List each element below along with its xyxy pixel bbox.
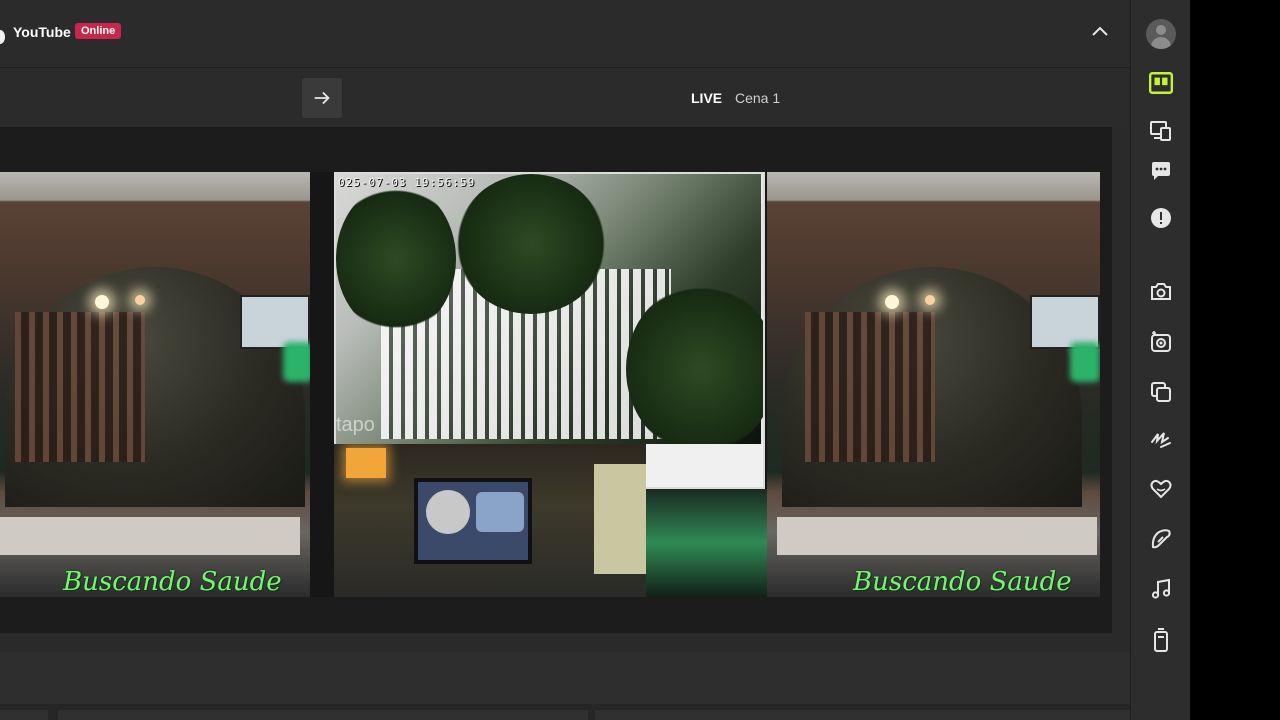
- devices-icon[interactable]: [1146, 116, 1176, 146]
- brush-icon[interactable]: [1146, 524, 1176, 554]
- right-sidebar: [1130, 0, 1190, 720]
- outer-background: [1190, 0, 1280, 720]
- camera-feed-desk: [334, 444, 646, 597]
- camera-feed-left: Buscando Saude: [0, 172, 310, 597]
- channel-header: YouTube Online: [0, 0, 1130, 68]
- live-scene-name: Cena 1: [735, 90, 781, 106]
- camera-watermark: tapo: [336, 414, 375, 436]
- camera-icon[interactable]: [1146, 277, 1176, 307]
- live-preview-container: Buscando Saude 025-07-03 19:56:59 tapo B…: [0, 127, 1112, 633]
- bottom-dock: [0, 704, 1130, 720]
- alert-icon[interactable]: [1146, 203, 1176, 233]
- camera-feed-center: 025-07-03 19:56:59 tapo: [334, 172, 765, 489]
- broadcast-app: YouTube Online LIVE Cena 1 Buscando Saud…: [0, 0, 1190, 720]
- heart-icon[interactable]: [1146, 474, 1176, 504]
- arrow-right-icon: [314, 91, 330, 105]
- avatar: [1146, 19, 1176, 49]
- status-badge: Online: [75, 23, 122, 39]
- live-preview[interactable]: Buscando Saude 025-07-03 19:56:59 tapo B…: [0, 172, 1100, 597]
- chat-icon[interactable]: [1146, 156, 1176, 186]
- desk-monitor: [414, 478, 532, 564]
- layout-icon[interactable]: [1146, 68, 1176, 98]
- camera-add-icon[interactable]: [1146, 327, 1176, 357]
- live-label: LIVE: [691, 90, 723, 106]
- platform-name: YouTube: [13, 24, 71, 40]
- remote-icon[interactable]: [1146, 625, 1176, 655]
- scribble-icon[interactable]: [1146, 425, 1176, 455]
- camera-feed-right: Buscando Saude: [767, 172, 1100, 597]
- camera-timestamp: 025-07-03 19:56:59: [338, 176, 476, 189]
- copy-icon[interactable]: [1146, 377, 1176, 407]
- stream-overlay-text: Buscando Saude: [63, 567, 282, 597]
- platform-logo: [0, 30, 5, 44]
- scene-toolbar: LIVE Cena 1: [0, 69, 1130, 127]
- music-icon[interactable]: [1146, 574, 1176, 604]
- transition-button[interactable]: [302, 78, 342, 118]
- chevron-up-icon[interactable]: [1088, 20, 1112, 44]
- bottom-panel: [0, 652, 1130, 704]
- stream-overlay-text: Buscando Saude: [853, 567, 1072, 597]
- profile-avatar[interactable]: [1146, 19, 1176, 49]
